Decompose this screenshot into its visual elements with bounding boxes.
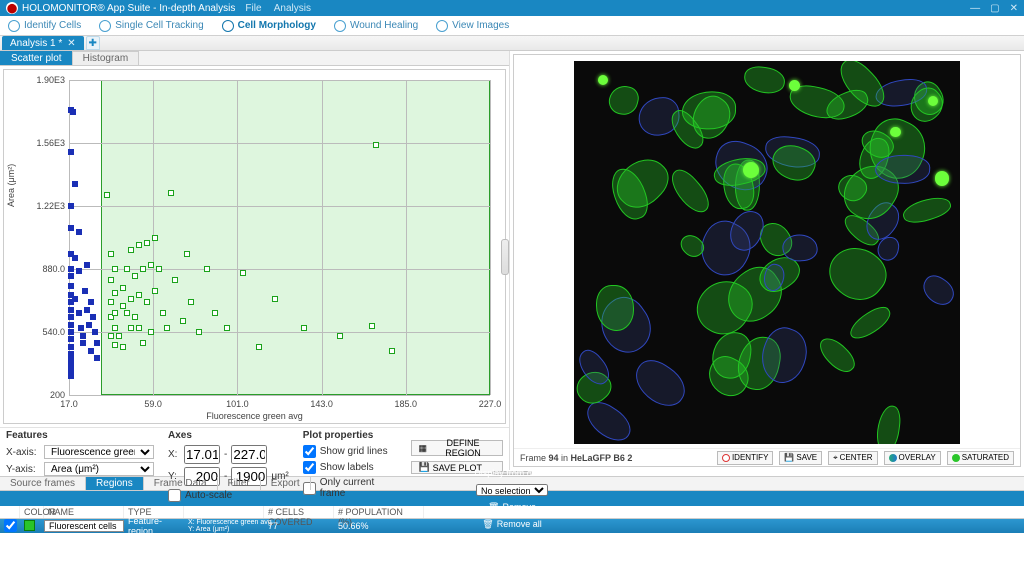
remove-all-button[interactable]: 🗑Remove all (482, 519, 541, 530)
remove-button[interactable]: 🗑Remove (488, 502, 536, 513)
population-pct: 50.66% (334, 521, 424, 531)
saturated-button[interactable]: SATURATED (947, 451, 1014, 465)
add-tab-button[interactable]: ✚ (86, 36, 100, 50)
title-bar: ⬤ HOLOMONITOR® App Suite - In-depth Anal… (0, 0, 1024, 16)
plot-area[interactable]: 17.059.0101.0143.0185.0227.0200540.0880.… (69, 80, 490, 395)
app-title: HOLOMONITOR® App Suite - In-depth Analys… (22, 3, 235, 14)
x-feature-select[interactable]: Fluorescence green avg (44, 445, 154, 459)
overlay-icon (889, 454, 897, 462)
ribbon-cell-morphology[interactable]: Cell Morphology (222, 20, 316, 32)
analysis-tabstrip: Analysis 1 * ✕ ✚ (0, 36, 1024, 51)
trash-icon: 🗑 (488, 502, 499, 513)
menu-bar: File Analysis (245, 3, 321, 14)
window-controls: — ▢ ✕ (970, 3, 1018, 14)
image-panel: Frame 94 in HeLaGFP B6 2 IDENTIFY 💾SAVE … (513, 54, 1021, 467)
center-button[interactable]: ⌖CENTER (828, 451, 877, 465)
images-icon (436, 20, 448, 32)
track-icon (99, 20, 111, 32)
identify-button[interactable]: IDENTIFY (717, 451, 773, 465)
ribbon-view-images[interactable]: View Images (436, 20, 509, 32)
tab-histogram[interactable]: Histogram (72, 51, 140, 65)
ribbon-single-cell-tracking[interactable]: Single Cell Tracking (99, 20, 203, 32)
close-icon[interactable]: ✕ (1010, 3, 1018, 14)
menu-analysis[interactable]: Analysis (274, 3, 311, 14)
maximize-icon[interactable]: ▢ (990, 3, 999, 14)
tab-label: Analysis 1 * (10, 38, 62, 49)
app-logo-icon: ⬤ (6, 2, 18, 14)
display-from-other-label: Display from other: (474, 468, 550, 478)
left-panel: Scatter plot Histogram Area (μm²) Fluore… (0, 51, 510, 470)
saturated-icon (952, 454, 960, 462)
trash-all-icon: 🗑 (482, 519, 493, 530)
display-from-other-select[interactable]: No selection (476, 484, 548, 496)
y-axis-label: Area (μm²) (6, 163, 16, 206)
regions-toolbar: Display from other: No selection 🗑Remove… (0, 491, 1024, 506)
ribbon-wound-healing[interactable]: Wound Healing (334, 20, 418, 32)
image-footer: Frame 94 in HeLaGFP B6 2 IDENTIFY 💾SAVE … (514, 448, 1020, 466)
vertical-splitter[interactable] (501, 239, 509, 275)
plotprops-heading: Plot properties (303, 430, 398, 441)
plot-properties-group: Plot properties Show grid lines Show lab… (303, 430, 398, 471)
scatter-chart[interactable]: Area (μm²) Fluorescence green avg 17.059… (3, 69, 506, 424)
plot-controls: Features X-axis:Fluorescence green avg Y… (0, 427, 509, 473)
morphology-icon (222, 20, 234, 32)
disk-icon: 💾 (784, 453, 794, 462)
minimize-icon[interactable]: — (970, 3, 980, 14)
right-panel: Frame 94 in HeLaGFP B6 2 IDENTIFY 💾SAVE … (510, 51, 1024, 470)
ribbon-toolbar: Identify Cells Single Cell Tracking Cell… (0, 16, 1024, 36)
save-image-button[interactable]: 💾SAVE (779, 451, 822, 465)
frame-label: Frame 94 in HeLaGFP B6 2 (520, 453, 632, 463)
tab-close-icon[interactable]: ✕ (67, 38, 75, 49)
region-type: Feature-region (124, 516, 184, 536)
image-tools: IDENTIFY 💾SAVE ⌖CENTER OVERLAY SATURATED (717, 451, 1014, 465)
x-max-input[interactable] (231, 445, 267, 464)
target-icon (8, 20, 20, 32)
tab-analysis-1[interactable]: Analysis 1 * ✕ (2, 36, 84, 50)
gridlines-checkbox[interactable] (303, 445, 316, 458)
tab-scatter-plot[interactable]: Scatter plot (0, 51, 73, 65)
overlay-button[interactable]: OVERLAY (884, 451, 941, 465)
wound-icon (334, 20, 346, 32)
axes-heading: Axes (168, 430, 289, 441)
color-swatch[interactable] (24, 520, 35, 531)
center-icon: ⌖ (833, 453, 838, 463)
features-group: Features X-axis:Fluorescence green avg Y… (6, 430, 154, 471)
cell-image-canvas[interactable] (574, 61, 960, 444)
region-icon: ▦ (418, 443, 427, 454)
menu-file[interactable]: File (245, 3, 261, 14)
region-name-input[interactable]: Fluorescent cells (44, 520, 124, 532)
region-definition: X: Fluorescence green avg Y: Area (μm²) (184, 519, 264, 533)
plot-tabs: Scatter plot Histogram (0, 51, 509, 66)
x-axis-label: Fluorescence green avg (206, 411, 303, 421)
identify-icon (722, 454, 730, 462)
row-checkbox[interactable] (4, 519, 17, 532)
axes-group: Axes X:- Y:-μm² Auto-scale (168, 430, 289, 471)
ribbon-identify-cells[interactable]: Identify Cells (8, 20, 81, 32)
features-heading: Features (6, 430, 154, 441)
define-region-button[interactable]: ▦DEFINE REGION (411, 440, 503, 456)
x-min-input[interactable] (184, 445, 220, 464)
main-area: Scatter plot Histogram Area (μm²) Fluore… (0, 51, 1024, 470)
cells-covered: 77 (264, 521, 334, 531)
